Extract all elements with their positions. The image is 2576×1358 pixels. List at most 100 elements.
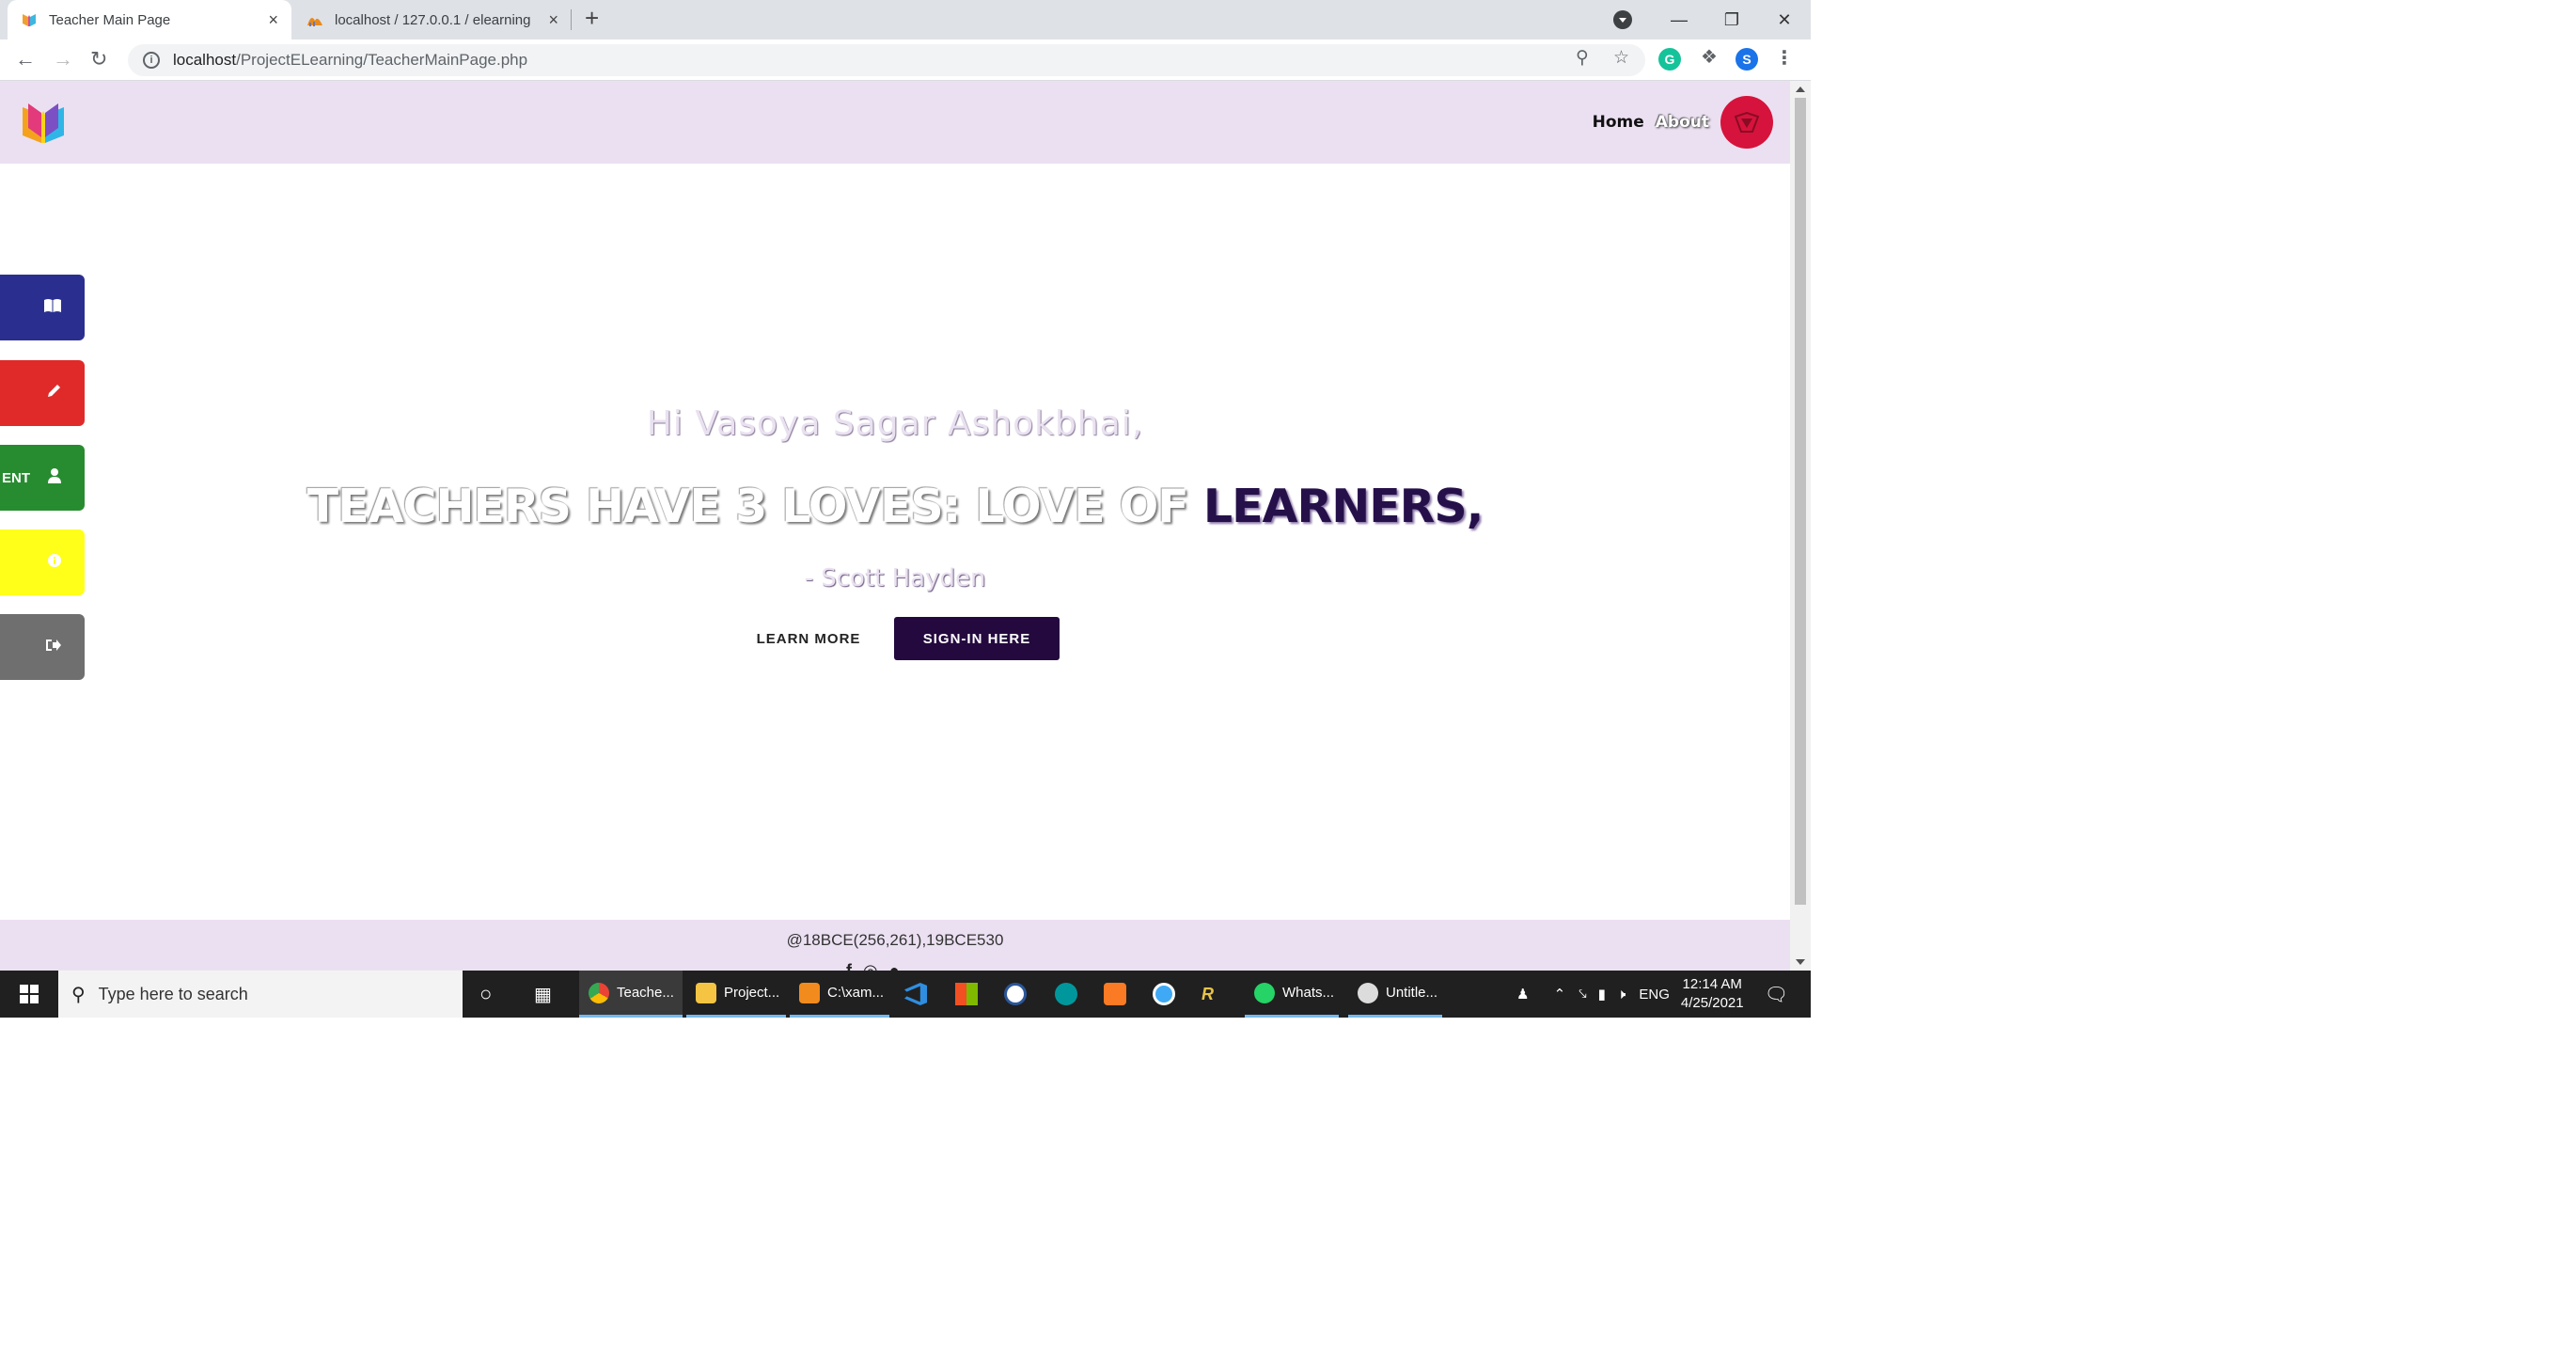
footer-credit: @18BCE(256,261),19BCE530: [786, 931, 1004, 949]
language-indicator[interactable]: ENG: [1639, 987, 1670, 1003]
system-tray: ♟ ⌃ ⤥ ▮ 🕨 ENG 12:14 AM 4/25/2021 🗨: [1516, 971, 1811, 1018]
site-header: Home About: [0, 81, 1790, 164]
notifications-icon[interactable]: 🗨: [1765, 983, 1788, 1006]
taskbar-search-box[interactable]: ⚲ Type here to search: [58, 971, 463, 1018]
task-view-icon[interactable]: ▦: [534, 971, 552, 1018]
whatsapp-icon: [1254, 982, 1275, 1003]
url-path: /ProjectELearning/TeacherMainPage.php: [236, 51, 528, 69]
scroll-up-icon[interactable]: [1796, 87, 1805, 92]
nav-about-link[interactable]: About: [1656, 113, 1709, 132]
restore-button[interactable]: ❐: [1705, 10, 1758, 30]
side-courses-button[interactable]: [0, 275, 85, 340]
people-icon[interactable]: ♟: [1516, 986, 1529, 1003]
windows-start-button[interactable]: [0, 971, 58, 1018]
tab-search-icon[interactable]: [1613, 10, 1632, 29]
paint-icon: [1358, 982, 1378, 1003]
taskbar-app-label: C:\xam...: [827, 985, 885, 1001]
hero-greeting: Hi Vasoya Sagar Ashokbhai,: [646, 404, 1144, 443]
taskbar-app-label: Untitle...: [1386, 985, 1438, 1001]
battery-icon[interactable]: ▮: [1598, 986, 1606, 1003]
taskbar-app-label: Teache...: [617, 985, 674, 1001]
site-logo-icon: [21, 11, 38, 28]
phpmyadmin-icon: [306, 11, 323, 28]
hero-quote: TEACHERS HAVE 3 LOVES: LOVE OF LEARNERS,: [0, 480, 1790, 533]
taskbar-app-paint[interactable]: Untitle...: [1348, 971, 1442, 1018]
browser-toolbar: ← → ↻ i localhost/ProjectELearning/Teach…: [0, 39, 1811, 81]
close-tab-icon[interactable]: ×: [548, 10, 558, 30]
hero-quote-main: TEACHERS HAVE 3 LOVES: LOVE OF: [306, 480, 1203, 533]
windows-logo-icon: [20, 985, 39, 1003]
instagram-icon[interactable]: ◎: [863, 961, 889, 971]
side-logout-button[interactable]: [0, 614, 85, 680]
wifi-icon[interactable]: ⤥: [1579, 987, 1586, 1003]
footer-social-icons: f◎●: [846, 961, 911, 971]
user-avatar[interactable]: [1720, 96, 1773, 149]
arduino-icon[interactable]: [1055, 971, 1077, 1018]
taskbar-app-explorer[interactable]: Project...: [686, 971, 786, 1018]
clock-time: 12:14 AM: [1682, 976, 1742, 992]
volume-muted-icon[interactable]: 🕨: [1617, 987, 1626, 1003]
browser-app-icon[interactable]: [1153, 971, 1175, 1018]
new-tab-button[interactable]: +: [585, 4, 599, 33]
vscode-icon[interactable]: [904, 971, 927, 1018]
cortana-icon[interactable]: ○: [479, 971, 492, 1018]
taskbar-app-sublime[interactable]: C:\xam...: [790, 971, 889, 1018]
sign-in-button[interactable]: SIGN-IN HERE: [894, 617, 1060, 660]
hero-author: - Scott Hayden: [804, 564, 986, 592]
github-icon[interactable]: ●: [889, 961, 911, 971]
sublime-text-icon: [799, 982, 820, 1003]
profile-avatar-icon[interactable]: S: [1736, 48, 1758, 71]
bookmark-star-icon[interactable]: ☆: [1613, 47, 1629, 69]
url-host: localhost: [173, 51, 237, 69]
pencil-icon: [45, 383, 62, 403]
tab-teacher-main-page[interactable]: Teacher Main Page ×: [8, 0, 291, 39]
taskbar-app-chrome[interactable]: Teache...: [579, 971, 683, 1018]
nav-home-link[interactable]: Home: [1593, 113, 1644, 132]
r-studio-icon[interactable]: R: [1202, 971, 1214, 1018]
address-bar[interactable]: i localhost/ProjectELearning/TeacherMain…: [128, 44, 1645, 76]
grammarly-extension-icon[interactable]: G: [1658, 48, 1681, 71]
office-app-icon[interactable]: [955, 971, 978, 1018]
taskbar-app-label: Project...: [724, 985, 780, 1001]
info-icon[interactable]: i: [143, 52, 160, 69]
forward-arrow-icon[interactable]: →: [53, 47, 73, 71]
windows-taskbar: ⚲ Type here to search ○ ▦ Teache... Proj…: [0, 971, 1811, 1018]
close-tab-icon[interactable]: ×: [268, 10, 278, 30]
close-window-button[interactable]: ✕: [1758, 10, 1811, 30]
avatar-emblem-icon: [1734, 111, 1760, 133]
browser-tab-strip: Teacher Main Page × localhost / 127.0.0.…: [0, 0, 1811, 39]
folder-icon: [696, 982, 716, 1003]
sign-out-icon: [45, 638, 62, 656]
chrome-icon: [589, 982, 609, 1003]
taskbar-app-label: Whats...: [1282, 985, 1335, 1001]
back-arrow-icon[interactable]: ←: [15, 47, 36, 71]
elearning-logo-icon[interactable]: [19, 100, 68, 145]
browser-menu-icon[interactable]: ⋮: [1773, 47, 1796, 70]
reload-icon[interactable]: ↻: [90, 47, 107, 71]
window-controls: — ❐ ✕: [1653, 0, 1811, 39]
word-app-icon[interactable]: [1004, 971, 1027, 1018]
minimize-button[interactable]: —: [1653, 10, 1705, 30]
tab-phpmyadmin[interactable]: localhost / 127.0.0.1 / elearning ×: [293, 0, 572, 39]
system-clock[interactable]: 12:14 AM 4/25/2021: [1681, 975, 1744, 1013]
show-hidden-icons-icon[interactable]: ⌃: [1554, 986, 1566, 1003]
site-footer: @18BCE(256,261),19BCE530 f◎●: [0, 920, 1790, 971]
scroll-thumb[interactable]: [1795, 98, 1806, 905]
facebook-icon[interactable]: f: [846, 961, 863, 971]
clock-date: 4/25/2021: [1680, 995, 1744, 1011]
taskbar-app-whatsapp[interactable]: Whats...: [1245, 971, 1339, 1018]
hero-quote-accent: LEARNERS,: [1202, 480, 1484, 533]
extensions-puzzle-icon[interactable]: ❖: [1698, 46, 1720, 69]
page-viewport: Home About ENT Hi Vasoya Sagar Ashokbhai…: [0, 81, 1790, 971]
learn-more-button[interactable]: LEARN MORE: [743, 617, 874, 660]
screen: Teacher Main Page × localhost / 127.0.0.…: [0, 0, 1811, 1018]
zoom-icon[interactable]: ⚲: [1576, 47, 1589, 69]
taskbar-search-placeholder: Type here to search: [98, 984, 248, 1003]
main-nav: Home About: [1593, 96, 1773, 149]
scroll-down-icon[interactable]: [1796, 959, 1805, 965]
page-scrollbar[interactable]: [1790, 81, 1811, 971]
xampp-icon[interactable]: [1104, 971, 1126, 1018]
book-icon: [43, 298, 62, 317]
tab-title: Teacher Main Page: [49, 11, 171, 28]
tab-title: localhost / 127.0.0.1 / elearning: [335, 11, 531, 28]
